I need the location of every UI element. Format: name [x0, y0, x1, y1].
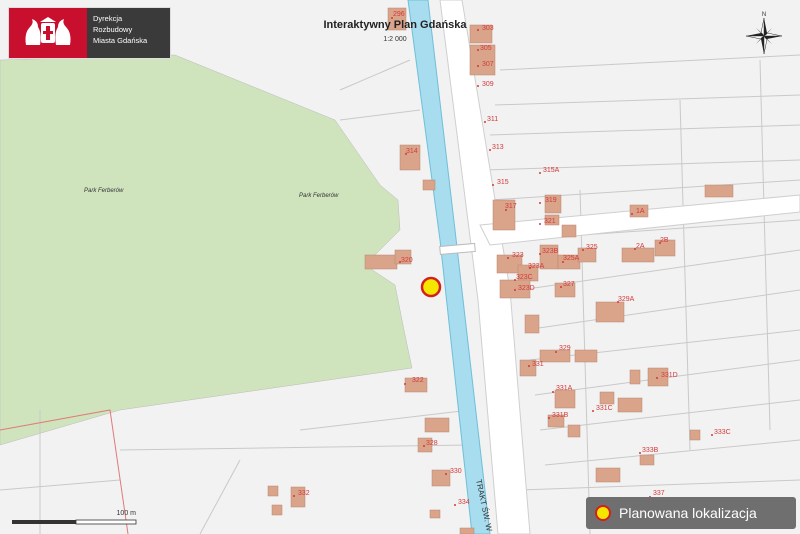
- addr-label: 323C: [516, 274, 533, 281]
- map-scale: 1:2 000: [383, 36, 407, 43]
- addr-label: 323D: [518, 285, 535, 292]
- addr-label: 296: [393, 11, 405, 18]
- scale-bar: 100 m: [10, 506, 138, 528]
- addr-label: 329: [559, 345, 571, 352]
- legend-box: Planowana lokalizacja: [586, 497, 796, 529]
- logo-line: Rozbudowy: [93, 25, 133, 34]
- addr-label: 323A: [528, 263, 545, 270]
- addr-label: 329A: [618, 296, 635, 303]
- addr-label: 331D: [661, 372, 678, 379]
- addr-label: 2B: [660, 237, 669, 244]
- compass-north-label: N: [762, 12, 766, 18]
- addr-label: 309: [482, 81, 494, 88]
- addr-label: 317: [505, 203, 517, 210]
- legend-marker-icon: [595, 505, 611, 521]
- park-label: Park Ferberów: [84, 188, 124, 194]
- addr-label: 315A: [543, 167, 560, 174]
- addr-label: 311: [487, 116, 498, 123]
- addr-label: 331B: [552, 412, 569, 419]
- scale-bar-label: 100 m: [117, 510, 137, 517]
- addr-label: 314: [406, 148, 418, 155]
- logo-text: Dyrekcja Rozbudowy Miasta Gdańska: [87, 8, 170, 58]
- addr-label: 325: [586, 244, 598, 251]
- addr-label: 331A: [556, 385, 573, 392]
- addr-label: 331C: [596, 405, 613, 412]
- planned-location-marker[interactable]: [420, 276, 442, 298]
- addr-label: 1A: [636, 208, 645, 215]
- addr-label: 323B: [542, 248, 559, 255]
- addr-label: 320: [401, 257, 413, 264]
- addr-label: 327: [563, 281, 575, 288]
- map-canvas[interactable]: 296 303 305 307 309 311 313 314 315 315A…: [0, 0, 800, 534]
- addr-label: 328: [426, 440, 438, 447]
- addr-label: 325A: [563, 255, 580, 262]
- addr-label: 319: [545, 197, 557, 204]
- logo-line: Dyrekcja: [93, 14, 123, 23]
- compass-icon: N: [744, 9, 784, 57]
- addr-label: 307: [482, 61, 494, 68]
- park-label: Park Ferberów: [299, 193, 339, 199]
- map-viewport[interactable]: 296 303 305 307 309 311 313 314 315 315A…: [0, 0, 800, 534]
- addr-label: 330: [450, 468, 462, 475]
- addr-label: 333C: [714, 429, 731, 436]
- addr-label: 321: [544, 218, 556, 225]
- gdansk-coat-of-arms-icon: [9, 8, 87, 58]
- addr-label: 323: [512, 252, 524, 259]
- addr-label: 315: [497, 179, 509, 186]
- addr-label: 333B: [642, 447, 659, 454]
- addr-label: 332: [298, 490, 310, 497]
- addr-label: 305: [480, 45, 492, 52]
- addr-label: 337: [653, 490, 665, 497]
- ddm-logo: Dyrekcja Rozbudowy Miasta Gdańska: [8, 7, 171, 59]
- logo-line: Miasta Gdańska: [93, 36, 148, 45]
- map-title: Interaktywny Plan Gdańska: [323, 19, 467, 31]
- addr-label: 322: [412, 377, 424, 384]
- legend-label: Planowana lokalizacja: [619, 505, 757, 521]
- addr-label: 2A: [636, 243, 645, 250]
- addr-label: 331: [532, 361, 544, 368]
- addr-label: 313: [492, 144, 504, 151]
- addr-label: 334: [458, 499, 470, 506]
